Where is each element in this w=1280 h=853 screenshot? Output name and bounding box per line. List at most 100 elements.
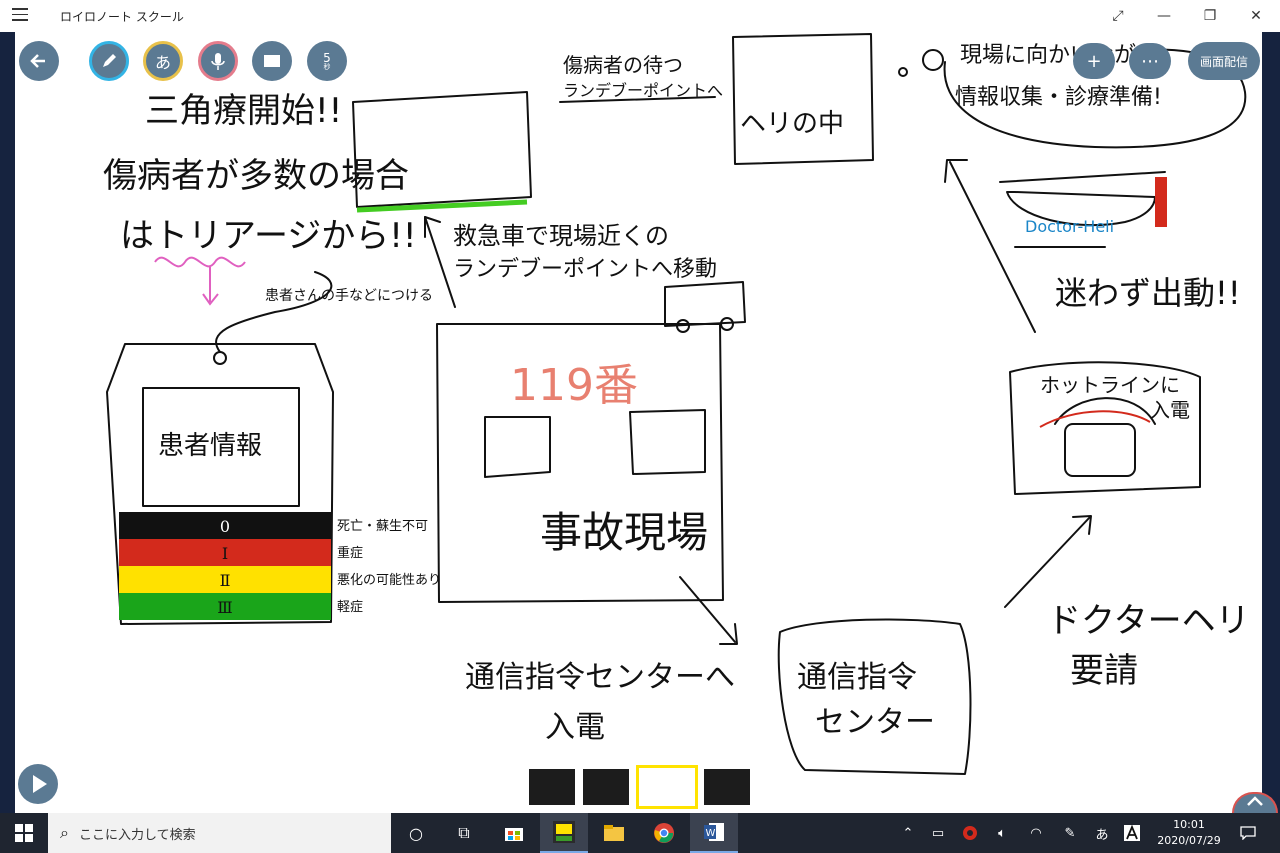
loilo-school-icon[interactable]	[540, 813, 588, 853]
pink-arrow	[202, 267, 219, 306]
more-button[interactable]: ⋯	[1129, 43, 1171, 79]
left-frame	[0, 32, 15, 813]
patient-info-label: 患者情報	[158, 431, 262, 461]
drawing-canvas[interactable]: 0 死亡・蘇生不可 Ⅰ 重症 Ⅱ 悪化の可能性あり Ⅲ 軽症 三角療開始!! 傷病者が多数の場…	[15, 32, 1262, 813]
triage-level-label: Ⅰ	[222, 544, 228, 563]
helicopter-tail-red	[1155, 177, 1167, 227]
search-icon: ⌕	[60, 823, 69, 842]
window-title: ロイロノート スクール	[60, 10, 184, 24]
svg-text:W: W	[706, 828, 716, 839]
text-tool-button[interactable]: あ	[143, 41, 183, 81]
task-view-icon[interactable]: ⧉	[440, 813, 488, 853]
restore-button[interactable]: ❐	[1192, 4, 1228, 28]
note-wait-line1: 傷病者の待つ	[563, 53, 683, 77]
chrome-icon[interactable]	[640, 813, 688, 853]
title-bar: ロイロノート スクール ⤢ — ❐ ✕	[0, 0, 1280, 32]
tag-hole	[213, 351, 227, 365]
network-device-icon[interactable]: ▭	[926, 813, 950, 853]
request-line2: 要請	[1070, 651, 1138, 691]
cortana-icon[interactable]: ○	[392, 813, 440, 853]
chevron-up-icon	[1247, 796, 1263, 806]
hotline-line1: ホットラインに	[1040, 373, 1180, 397]
bubble-dot-small	[898, 67, 908, 77]
windows-logo-icon	[15, 824, 33, 842]
card-icon	[264, 55, 280, 67]
note1-line1: 三角療開始!!	[145, 91, 342, 131]
slide-thumbnail[interactable]	[583, 769, 629, 805]
search-placeholder: ここに入力して検索	[78, 827, 196, 843]
to-center-line1: 通信指令センターへ	[465, 660, 735, 695]
triage-bars: 0 死亡・蘇生不可 Ⅰ 重症 Ⅱ 悪化の可能性あり Ⅲ 軽症	[119, 512, 441, 620]
note-wait-line2: ランデブーポイントへ	[563, 81, 723, 100]
play-button[interactable]	[18, 764, 58, 804]
tray-overflow-icon[interactable]: ⌃	[896, 813, 920, 853]
back-arrow-icon	[30, 54, 45, 68]
right-frame	[1262, 32, 1280, 813]
triage-description: 死亡・蘇生不可	[337, 519, 428, 534]
adobe-icon[interactable]	[1120, 813, 1144, 853]
file-explorer-icon[interactable]	[590, 813, 638, 853]
screen-share-button[interactable]: 画面配信	[1188, 42, 1260, 80]
security-icon[interactable]	[958, 813, 982, 853]
clock[interactable]: 10:01 2020/07/29	[1150, 817, 1228, 849]
to-center-line2: 入電	[545, 710, 605, 745]
center-line2: センター	[815, 705, 935, 740]
slide-thumbnail-current[interactable]	[636, 765, 698, 809]
taskbar: ⌕ ここに入力して検索 ○ ⧉ W ⌃ ▭ 🔈︎ ◠ ✎ あ 10:01 202…	[0, 813, 1280, 853]
timer-button[interactable]: 5 秒	[307, 41, 347, 81]
back-button[interactable]	[19, 41, 59, 81]
close-button[interactable]: ✕	[1238, 4, 1274, 28]
doctor-heli-label: Doctor-Heli	[1025, 217, 1114, 236]
triage-level-label: Ⅱ	[220, 571, 231, 590]
tag-note: 患者さんの手などにつける	[265, 288, 433, 304]
note1-line3: はトリアージから!!	[120, 216, 417, 256]
slide-thumbnail[interactable]	[704, 769, 750, 805]
request-line1: ドクターヘリ	[1047, 601, 1250, 641]
triage-description: 悪化の可能性あり	[337, 573, 441, 588]
phone-119-label: 119番	[510, 360, 638, 411]
bubble-dot-large	[922, 49, 944, 71]
car-right	[629, 409, 706, 475]
notification-icon[interactable]	[1236, 813, 1260, 853]
pen-tool-button[interactable]	[89, 41, 129, 81]
note-move-line2: ランデブーポイントへ移動	[453, 257, 717, 282]
triage-description: 重症	[337, 545, 363, 561]
volume-icon[interactable]: 🔈︎	[990, 813, 1014, 853]
microphone-icon	[211, 53, 225, 70]
wifi-icon[interactable]: ◠	[1024, 813, 1048, 853]
note1-line2: 傷病者が多数の場合	[103, 156, 409, 196]
play-icon	[33, 775, 47, 793]
store-icon[interactable]	[490, 813, 538, 853]
word-icon[interactable]: W	[690, 813, 738, 853]
tag-string	[215, 271, 333, 353]
add-card-button[interactable]: +	[1073, 43, 1115, 79]
clock-time: 10:01	[1173, 818, 1205, 831]
card-button[interactable]	[252, 41, 292, 81]
hamburger-menu-icon[interactable]	[12, 8, 28, 22]
timer-value: 5	[323, 50, 331, 65]
timer-unit: 秒	[323, 62, 331, 71]
pen-icon	[103, 54, 116, 67]
note-move-line1: 救急車で現場近くの	[453, 222, 669, 250]
pink-underline	[154, 256, 246, 268]
taskbar-search[interactable]: ⌕ ここに入力して検索	[48, 813, 391, 853]
ime-indicator[interactable]: あ	[1090, 813, 1114, 853]
helicopter-rotor	[999, 171, 1166, 183]
arrow-to-heli-head	[944, 159, 968, 183]
slide-thumbnail[interactable]	[529, 769, 575, 805]
triage-level-label: Ⅲ	[217, 598, 232, 617]
mic-button[interactable]	[198, 41, 238, 81]
triage-description: 軽症	[337, 600, 363, 615]
minimize-button[interactable]: —	[1146, 4, 1182, 28]
center-box	[777, 618, 972, 775]
ambulance-body	[664, 281, 746, 327]
pen-workspace-icon[interactable]: ✎	[1058, 813, 1082, 853]
start-button[interactable]	[0, 813, 48, 853]
clock-date: 2020/07/29	[1157, 834, 1221, 847]
center-line1: 通信指令	[797, 660, 917, 695]
handwritten-drawing: 0 死亡・蘇生不可 Ⅰ 重症 Ⅱ 悪化の可能性あり Ⅲ 軽症 三角療開始!! 傷病者が多数の場…	[103, 33, 1250, 775]
car-left	[484, 416, 551, 478]
accident-label: 事故現場	[540, 508, 708, 557]
fullscreen-icon[interactable]: ⤢	[1100, 4, 1136, 28]
arrow-to-hotline	[1004, 516, 1091, 608]
